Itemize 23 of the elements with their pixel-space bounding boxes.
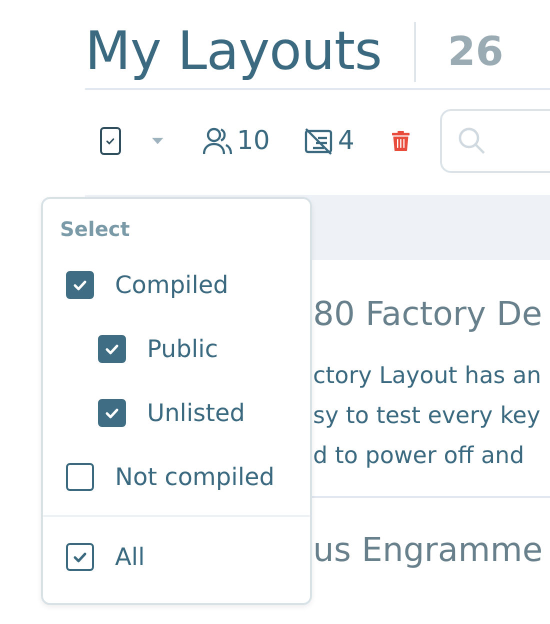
menu-heading: Select: [59, 217, 131, 241]
crossed-card-icon: [304, 127, 334, 155]
checkbox[interactable]: [66, 543, 94, 571]
menu-option[interactable]: Public: [43, 317, 310, 381]
select-all-checkbox[interactable]: [100, 127, 121, 155]
page-title: My Layouts: [85, 22, 416, 82]
search-field[interactable]: [440, 109, 550, 173]
menu-option[interactable]: Not compiled: [43, 445, 310, 509]
menu-option[interactable]: All: [43, 525, 310, 589]
layout-title[interactable]: 80 Factory De: [313, 292, 550, 336]
people-icon: [202, 127, 233, 155]
public-count: 10: [236, 126, 270, 156]
uncompiled-count: 4: [338, 126, 354, 156]
menu-option[interactable]: Compiled: [43, 253, 310, 317]
layout-description: ctory Layout has an sy to test every key d to power off and: [313, 362, 542, 471]
checkbox[interactable]: [66, 463, 94, 491]
layout-count: 26: [446, 29, 504, 75]
menu-option[interactable]: Unlisted: [43, 381, 310, 445]
layout-title[interactable]: us Engramme: [313, 528, 550, 572]
checkbox[interactable]: [66, 271, 94, 299]
search-icon: [458, 127, 486, 155]
checkbox[interactable]: [98, 399, 126, 427]
checkbox[interactable]: [98, 335, 126, 363]
